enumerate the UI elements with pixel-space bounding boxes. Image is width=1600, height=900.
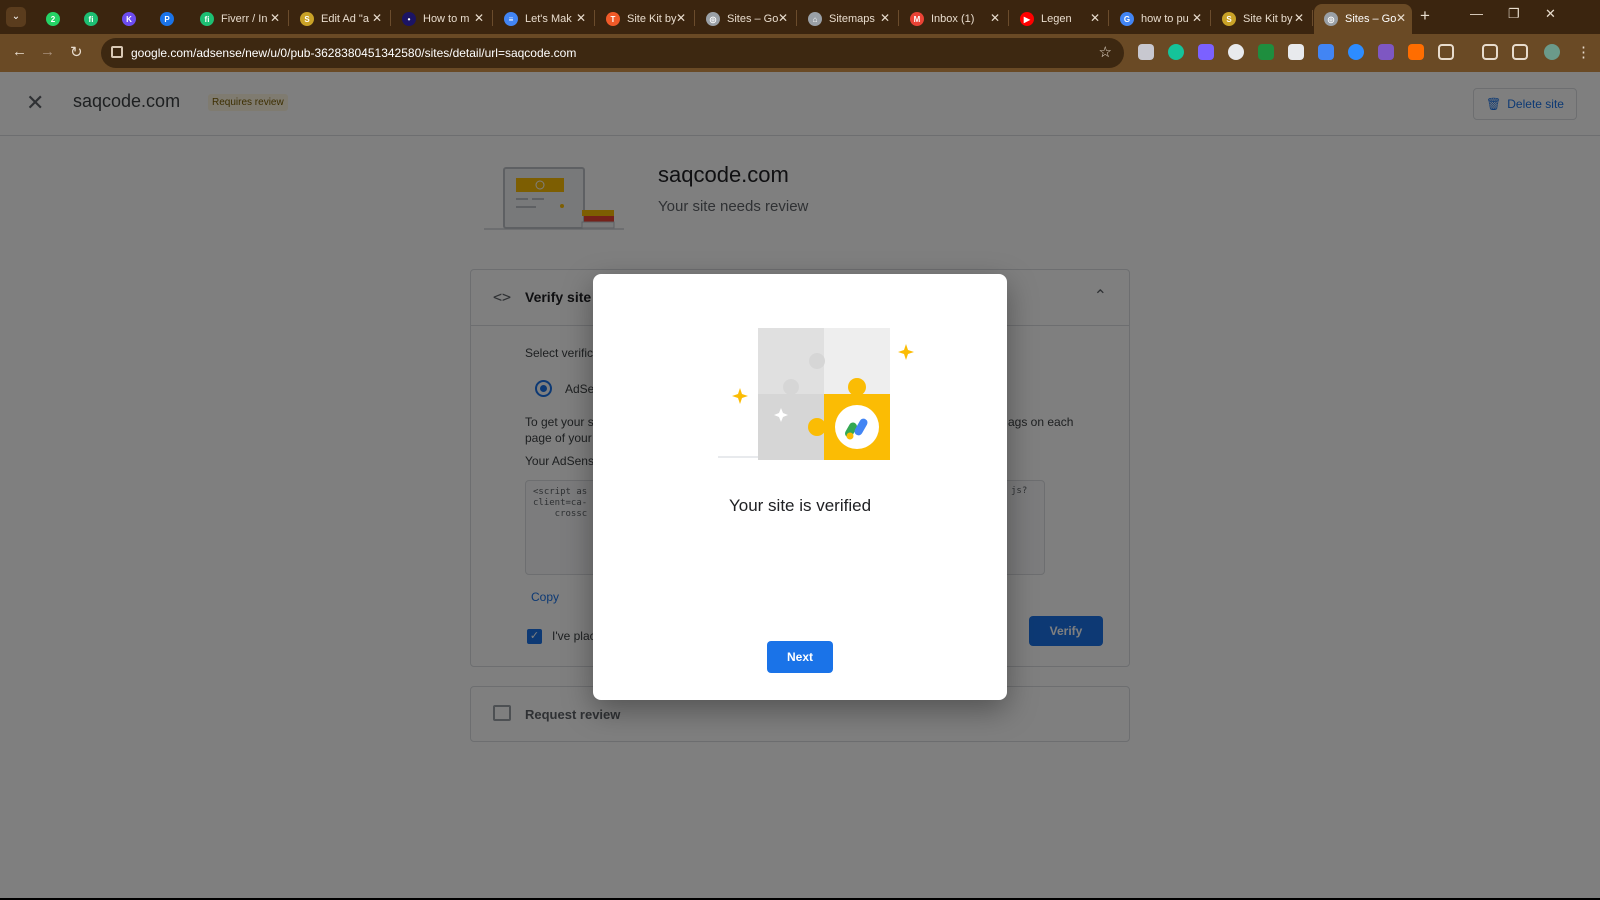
url-text[interactable]: google.com/adsense/new/u/0/pub-362838045… (131, 46, 576, 60)
browser-tab[interactable]: T Site Kit by ✕ (596, 4, 692, 34)
tab-favicon-icon: ◎ (706, 12, 720, 26)
zoom-extension-icon[interactable] (1348, 44, 1364, 60)
site-info-icon[interactable] (111, 46, 123, 58)
side-panel-icon[interactable] (1512, 44, 1528, 60)
address-bar[interactable]: google.com/adsense/new/u/0/pub-362838045… (101, 38, 1124, 68)
browser-tab[interactable]: M Inbox (1) ✕ (900, 4, 1006, 34)
tab-close-icon[interactable]: ✕ (990, 11, 1000, 25)
tab-favicon-icon: S (1222, 12, 1236, 26)
browser-tab[interactable]: ◎ Sites – Go ✕ (1314, 4, 1412, 34)
image-extension-icon[interactable] (1288, 44, 1304, 60)
green-extension-icon[interactable] (1258, 44, 1274, 60)
tab-separator (1008, 10, 1009, 26)
tab-close-icon[interactable]: ✕ (1090, 11, 1100, 25)
tab-separator (1210, 10, 1211, 26)
tab-close-icon[interactable]: ✕ (676, 11, 686, 25)
tab-close-icon[interactable]: ✕ (778, 11, 788, 25)
browser-toolbar: ← → ↻ google.com/adsense/new/u/0/pub-362… (0, 34, 1600, 72)
tab-close-icon[interactable]: ✕ (880, 11, 890, 25)
close-window-icon[interactable]: ✕ (1545, 6, 1556, 22)
forward-icon[interactable]: → (40, 43, 55, 60)
next-button[interactable]: Next (767, 641, 833, 673)
tab-close-icon[interactable]: ✕ (474, 11, 484, 25)
browser-tab[interactable]: fi (74, 4, 108, 34)
profile-avatar[interactable] (1544, 44, 1560, 60)
browser-tab[interactable]: • How to m ✕ (392, 4, 490, 34)
tab-favicon-icon: G (1120, 12, 1134, 26)
off-extension-icon[interactable] (1408, 44, 1424, 60)
browser-tab[interactable]: P (150, 4, 186, 34)
tab-favicon-icon: M (910, 12, 924, 26)
bookmark-star-icon[interactable]: ☆ (1099, 43, 1112, 61)
tab-close-icon[interactable]: ✕ (576, 11, 586, 25)
tab-favicon-icon: T (606, 12, 620, 26)
tab-close-icon[interactable]: ✕ (1192, 11, 1202, 25)
shield-extension-icon[interactable] (1138, 44, 1154, 60)
translate-extension-icon[interactable] (1318, 44, 1334, 60)
tab-separator (288, 10, 289, 26)
tab-favicon-icon: fi (84, 12, 98, 26)
tab-close-icon[interactable]: ✕ (372, 11, 382, 25)
tab-separator (390, 10, 391, 26)
tab-favicon-icon: S (300, 12, 314, 26)
tab-separator (594, 10, 595, 26)
grammarly-extension-icon[interactable] (1168, 44, 1184, 60)
browser-tab[interactable]: S Site Kit by ✕ (1212, 4, 1310, 34)
browser-tab[interactable]: ⌂ Sitemaps ✕ (798, 4, 896, 34)
back-icon[interactable]: ← (12, 43, 27, 60)
d-extension-icon[interactable] (1198, 44, 1214, 60)
tab-favicon-icon: P (160, 12, 174, 26)
tab-separator (694, 10, 695, 26)
tab-separator (1108, 10, 1109, 26)
tab-separator (898, 10, 899, 26)
browser-tab[interactable]: K (112, 4, 146, 34)
browser-tab[interactable]: ▶ Legen ✕ (1010, 4, 1106, 34)
tab-separator (1312, 10, 1313, 26)
dialog-title: Your site is verified (728, 496, 872, 515)
browser-tab[interactable]: S Edit Ad "a ✕ (290, 4, 388, 34)
browser-tab[interactable]: ≡ Let's Mak ✕ (494, 4, 592, 34)
tab-close-icon[interactable]: ✕ (1294, 11, 1304, 25)
tab-favicon-icon: fi (200, 12, 214, 26)
tab-favicon-icon: ≡ (504, 12, 518, 26)
tab-separator (796, 10, 797, 26)
restore-icon[interactable]: ❐ (1508, 6, 1520, 22)
tab-favicon-icon: ◎ (1324, 12, 1338, 26)
puzzle-verified-illustration (718, 328, 914, 460)
browser-tab[interactable]: Ghow to pu ✕ (1110, 4, 1208, 34)
browser-tab[interactable]: 2 (36, 4, 70, 34)
drop-extension-icon[interactable] (1378, 44, 1394, 60)
adsense-page: ✕ saqcode.com Requires review 🗑 Delete s… (0, 72, 1600, 898)
tab-favicon-icon: ⌂ (808, 12, 822, 26)
tab-favicon-icon: 2 (46, 12, 60, 26)
minimize-icon[interactable]: — (1470, 6, 1483, 21)
tab-separator (492, 10, 493, 26)
tab-close-icon[interactable]: ✕ (270, 11, 280, 25)
tab-favicon-icon: • (402, 12, 416, 26)
media-control-icon[interactable] (1482, 44, 1498, 60)
tab-favicon-icon: K (122, 12, 136, 26)
tab-close-icon[interactable]: ✕ (1396, 11, 1406, 25)
new-tab-button[interactable]: + (1420, 6, 1430, 26)
reload-icon[interactable]: ↻ (70, 43, 83, 61)
tab-search-icon[interactable]: ⌄ (6, 7, 26, 27)
color-extension-icon[interactable] (1228, 44, 1244, 60)
site-verified-dialog: Your site is verified Next (593, 274, 1007, 700)
tab-favicon-icon: ▶ (1020, 12, 1034, 26)
browser-tab-strip: ⌄ 2 fi K Pfi Fiverr / In ✕ S Edit Ad "a ✕ • How to… (0, 0, 1600, 34)
browser-tab[interactable]: ◎ Sites – Go ✕ (696, 4, 794, 34)
browser-menu-icon[interactable]: ⋮ (1576, 43, 1591, 61)
extensions-puzzle-icon[interactable] (1438, 44, 1454, 60)
browser-tab[interactable]: fi Fiverr / In ✕ (190, 4, 286, 34)
